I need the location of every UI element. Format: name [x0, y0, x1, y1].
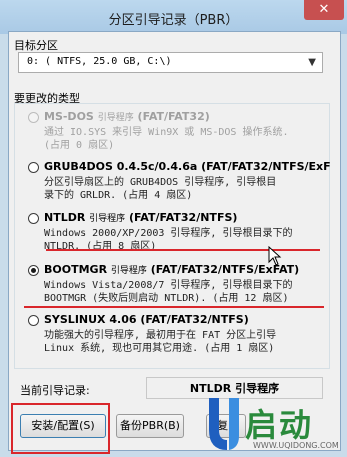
- option-bootmgr-desc: Windows Vista/2008/7 引导程序, 引导根目录下的 BOOTM…: [44, 280, 293, 304]
- option-msdos-fs: (FAT/FAT32): [137, 110, 210, 123]
- option-grub4dos-radio[interactable]: [28, 162, 39, 173]
- option-ntldr-name: NTLDR: [44, 211, 86, 224]
- backup-pbr-button[interactable]: 备份PBR(B): [116, 414, 184, 438]
- option-msdos-title: MS-DOS 引导程序 (FAT/FAT32): [44, 110, 210, 123]
- option-msdos-subtitle: 引导程序: [97, 113, 134, 123]
- option-bootmgr-subtitle: 引导程序: [110, 266, 147, 276]
- u-shape-logo-icon: [209, 398, 239, 450]
- option-bootmgr-radio[interactable]: [28, 265, 39, 276]
- option-syslinux-radio[interactable]: [28, 315, 39, 326]
- chevron-down-icon: ▼: [308, 57, 316, 68]
- logo-url: WWW.UQIDONG.COM: [253, 441, 339, 450]
- option-ntldr-radio[interactable]: [28, 213, 39, 224]
- option-syslinux-desc: 功能强大的引导程序, 最初用于在 FAT 分区上引导 Linux 系统, 现也可…: [44, 330, 277, 354]
- current-record-label: 当前引导记录:: [20, 384, 90, 397]
- option-ntldr-subtitle: 引导程序: [89, 214, 126, 224]
- option-msdos-desc: 通过 IO.SYS 来引导 Win9X 或 MS-DOS 操作系统. (占用 0…: [44, 127, 289, 151]
- option-syslinux-fs: (FAT/FAT32/NTFS): [140, 313, 249, 326]
- option-bootmgr-title: BOOTMGR 引导程序 (FAT/FAT32/NTFS/ExFAT): [44, 263, 299, 276]
- option-msdos-name: MS-DOS: [44, 110, 94, 123]
- option-grub4dos-name: GRUB4DOS 0.4.5c/0.4.6a: [44, 160, 198, 173]
- mouse-cursor-icon: [268, 246, 282, 266]
- install-button[interactable]: 安装/配置(S): [20, 414, 106, 438]
- option-bootmgr-name: BOOTMGR: [44, 263, 108, 276]
- title-bar: 分区引导记录（PBR） ✕: [0, 0, 347, 34]
- target-partition-label: 目标分区: [14, 39, 58, 52]
- option-msdos-radio[interactable]: [28, 112, 39, 123]
- logo-text: 启动: [245, 406, 314, 444]
- partition-select[interactable]: 0: ( NTFS, 25.0 GB, C:\) ▼: [18, 52, 323, 73]
- option-grub4dos-title: GRUB4DOS 0.4.5c/0.4.6a (FAT/FAT32/NTFS/E…: [44, 160, 331, 173]
- option-syslinux-title: SYSLINUX 4.06 (FAT/FAT32/NTFS): [44, 313, 249, 326]
- option-grub4dos-fs: (FAT/FAT32/NTFS/ExF: [201, 160, 331, 173]
- close-button[interactable]: ✕: [304, 0, 344, 20]
- uqidong-logo: 启动 WWW.UQIDONG.COM: [205, 394, 347, 457]
- option-syslinux-name: SYSLINUX 4.06: [44, 313, 137, 326]
- red-underline-bottom: [24, 306, 324, 308]
- option-ntldr-title: NTLDR 引导程序 (FAT/FAT32/NTFS): [44, 211, 237, 224]
- option-grub4dos-desc: 分区引导扇区上的 GRUB4DOS 引导程序, 引导根目 录下的 GRLDR. …: [44, 177, 277, 201]
- window-title: 分区引导记录（PBR）: [108, 13, 239, 28]
- option-ntldr-fs: (FAT/FAT32/NTFS): [129, 211, 238, 224]
- partition-select-value: 0: ( NTFS, 25.0 GB, C:\): [27, 56, 172, 67]
